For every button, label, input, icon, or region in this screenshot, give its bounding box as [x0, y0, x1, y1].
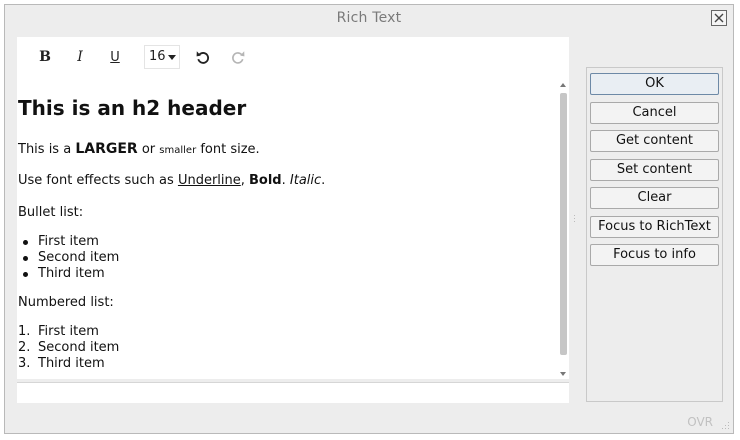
- larger-text: LARGER: [75, 141, 138, 157]
- window-title: Rich Text: [336, 10, 402, 26]
- list-item: Third item: [38, 356, 105, 371]
- list-item: Second item: [38, 340, 120, 355]
- list-number: 2.: [18, 340, 31, 355]
- rich-text-editor[interactable]: B I U 16 This is an h2 header This is a …: [17, 37, 569, 379]
- get-content-button[interactable]: Get content: [590, 130, 719, 152]
- close-button[interactable]: [711, 10, 727, 26]
- font-size-paragraph: This is a LARGER or smaller font size.: [18, 141, 260, 157]
- list-number: 1.: [18, 324, 31, 339]
- text-run: or: [137, 142, 160, 157]
- bullet-marker: [23, 240, 28, 245]
- title-bar[interactable]: Rich Text: [5, 5, 733, 31]
- vertical-scrollbar[interactable]: [559, 81, 569, 379]
- text-run: ,: [240, 173, 250, 188]
- scroll-down-arrow-icon[interactable]: [560, 372, 566, 376]
- grip-dot: [574, 221, 575, 222]
- grip-dot: [574, 218, 575, 219]
- close-icon: [714, 13, 724, 23]
- text-run: Use font effects such as: [18, 173, 178, 188]
- button-panel: OK Cancel Get content Set content Clear …: [586, 67, 723, 402]
- h2-heading: This is an h2 header: [18, 96, 247, 120]
- chevron-down-icon: [168, 55, 176, 60]
- list-item: First item: [38, 324, 99, 339]
- italic-button[interactable]: I: [67, 47, 93, 68]
- scrollbar-thumb[interactable]: [560, 93, 567, 355]
- undo-icon: [196, 51, 210, 64]
- list-item: Second item: [38, 250, 120, 265]
- text-run: .: [281, 173, 290, 188]
- clear-button[interactable]: Clear: [590, 187, 719, 209]
- cancel-button[interactable]: Cancel: [590, 102, 719, 124]
- text-run: .: [321, 173, 326, 188]
- focus-richtext-button[interactable]: Focus to RichText: [590, 216, 719, 238]
- grip-dot: [574, 215, 575, 216]
- document-content[interactable]: This is an h2 header This is a LARGER or…: [17, 79, 557, 377]
- redo-button[interactable]: [229, 48, 247, 66]
- italic-text: Italic: [289, 173, 322, 188]
- info-field[interactable]: [17, 382, 569, 403]
- font-size-value: 16: [149, 49, 166, 64]
- redo-icon: [232, 51, 245, 64]
- focus-info-button[interactable]: Focus to info: [590, 244, 719, 266]
- undo-button[interactable]: [194, 48, 212, 66]
- list-item: Third item: [38, 266, 105, 281]
- text-run: font size.: [196, 142, 260, 157]
- font-effects-paragraph: Use font effects such as Underline, Bold…: [18, 173, 325, 188]
- bullet-list-label: Bullet list:: [18, 205, 84, 220]
- rich-text-dialog: Rich Text B I U 16 This is an h2 header …: [4, 4, 734, 434]
- smaller-text: smaller: [159, 145, 197, 156]
- numbered-list-label: Numbered list:: [18, 295, 114, 310]
- underline-text: Underline: [177, 173, 241, 188]
- underline-button[interactable]: U: [102, 47, 128, 68]
- list-number: 3.: [18, 356, 31, 371]
- bold-button[interactable]: B: [32, 47, 58, 68]
- list-item: First item: [38, 234, 99, 249]
- font-size-dropdown[interactable]: 16: [144, 45, 180, 69]
- ok-button[interactable]: OK: [590, 73, 719, 95]
- set-content-button[interactable]: Set content: [590, 159, 719, 181]
- resize-grip-icon[interactable]: [722, 422, 730, 430]
- format-toolbar: B I U 16: [17, 37, 569, 76]
- splitter-handle[interactable]: [573, 213, 576, 227]
- scroll-up-arrow-icon[interactable]: [560, 83, 566, 87]
- text-run: This is a: [18, 142, 76, 157]
- bullet-marker: [23, 272, 28, 277]
- bullet-marker: [23, 256, 28, 261]
- bold-text: Bold: [249, 173, 282, 188]
- overwrite-mode-indicator: OVR: [687, 415, 713, 429]
